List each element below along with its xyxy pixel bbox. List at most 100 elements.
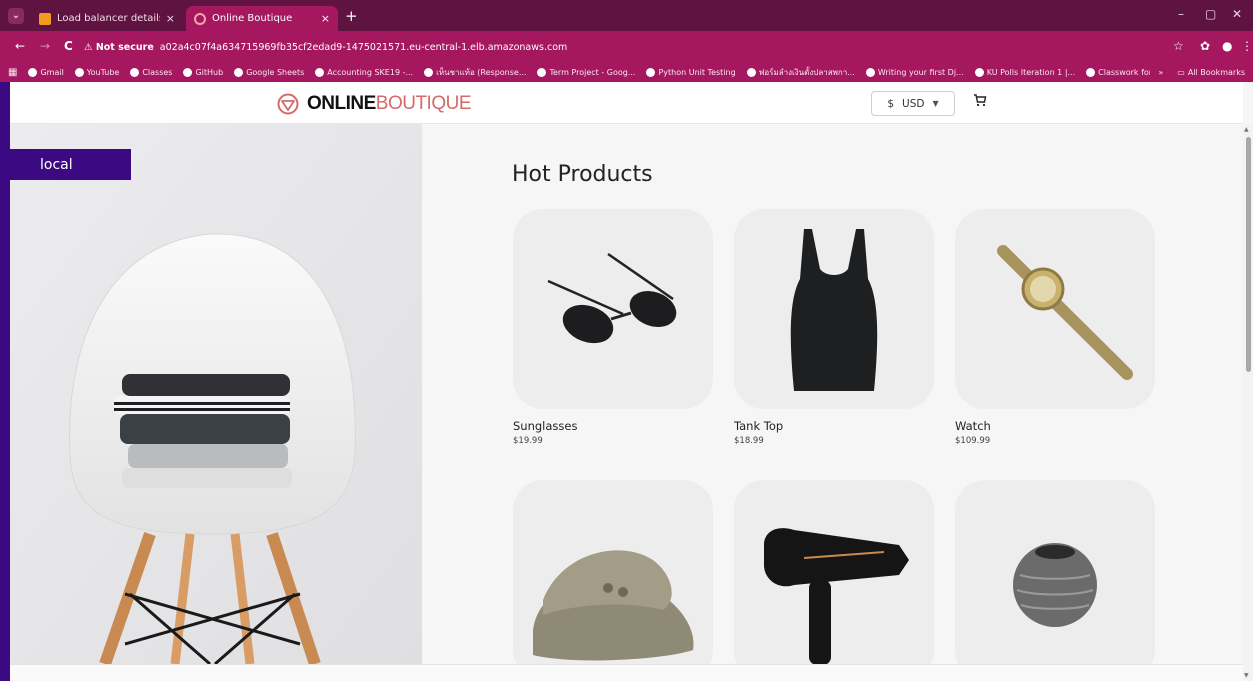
tab-label: Load balancer details | EC2 | eu (57, 13, 160, 24)
bookmark-label: YouTube (86, 67, 120, 77)
bookmark-item[interactable]: Gmail (28, 67, 64, 77)
bookmark-item[interactable]: Python Unit Testing (646, 67, 736, 77)
bookmarks-overflow-button[interactable]: » (1158, 68, 1163, 77)
back-icon[interactable]: ← (15, 39, 25, 53)
url-text[interactable]: a02a4c07f4a634715969fb35cf2edad9-1475021… (160, 42, 568, 53)
bookmark-item[interactable]: ฟอร์มลำงเงินตั้งปลาสพกา... (746, 66, 855, 79)
tab-search-icon[interactable]: ⌄ (8, 8, 24, 24)
globe-icon (74, 67, 84, 77)
bookmark-label: Term Project - Goog... (549, 67, 636, 77)
address-bar[interactable]: ⚠ Not secure a02a4c07f4a634715969fb35cf2… (84, 37, 1164, 57)
aws-favicon-icon (39, 12, 51, 25)
product-image[interactable] (513, 209, 713, 409)
bookmark-item[interactable]: Term Project - Goog... (537, 67, 636, 77)
bookmark-label: KU Polls Iteration 1 |... (986, 67, 1076, 77)
logo-wordmark: ONLINEBOUTIQUE (307, 93, 472, 114)
product-image[interactable] (955, 480, 1155, 664)
environment-badge: local (10, 149, 131, 180)
star-icon[interactable]: ☆ (1173, 39, 1184, 53)
reload-icon[interactable]: C (64, 39, 73, 53)
bookmark-item[interactable]: Writing your first Dj... (865, 67, 964, 77)
currency-code: USD (902, 97, 925, 110)
bookmark-label: Accounting SKE19 -... (327, 67, 414, 77)
product-card-tank-top[interactable]: Tank Top $18.99 (734, 209, 934, 446)
product-card-watch[interactable]: Watch $109.99 (955, 209, 1155, 446)
globe-icon (130, 67, 140, 77)
profile-icon[interactable]: ● (1222, 39, 1232, 53)
bookmarks-bar: ▦ Gmail YouTube Classes GitHub Google Sh… (0, 62, 1253, 82)
product-card-sunglasses[interactable]: Sunglasses $19.99 (513, 209, 713, 446)
tab-online-boutique[interactable]: Online Boutique × (186, 6, 338, 31)
scroll-down-icon[interactable]: ▼ (1244, 672, 1249, 679)
globe-icon (315, 67, 325, 77)
product-card-candle-holder[interactable] (955, 480, 1155, 664)
currency-select[interactable]: $ USD ▼ (871, 91, 955, 116)
bookmark-label: Google Sheets (246, 67, 305, 77)
product-name[interactable]: Watch (955, 419, 1155, 433)
hero-chair-illustration (10, 124, 422, 664)
product-image[interactable] (734, 209, 934, 409)
bookmark-label: Python Unit Testing (658, 67, 736, 77)
scroll-up-icon[interactable]: ▲ (1244, 126, 1249, 133)
product-card-loafers[interactable] (513, 480, 713, 664)
products-section: Hot Products Sunglasses $19.99 Tank Top … (422, 124, 1243, 664)
bookmark-item[interactable]: Accounting SKE19 -... (315, 67, 414, 77)
tab-load-balancer[interactable]: Load balancer details | EC2 | eu × (31, 6, 183, 31)
bookmark-item[interactable]: GitHub (183, 67, 224, 77)
bookmark-label: ฟอร์มลำงเงินตั้งปลาสพกา... (758, 67, 855, 77)
watch-image-icon (997, 245, 1133, 380)
product-price: $18.99 (734, 436, 764, 446)
bookmark-item[interactable]: Classes (130, 67, 173, 77)
new-tab-button[interactable]: + (345, 7, 358, 25)
not-secure-badge[interactable]: ⚠ Not secure (84, 42, 154, 53)
bookmark-label: GitHub (195, 67, 224, 77)
product-name[interactable]: Tank Top (734, 419, 934, 433)
bookmark-label: Gmail (40, 67, 64, 77)
page-bottom-strip (10, 664, 1243, 681)
bookmark-item[interactable]: YouTube (74, 67, 120, 77)
product-image[interactable] (955, 209, 1155, 409)
product-image[interactable] (734, 480, 934, 664)
extensions-icon[interactable]: ✿ (1200, 39, 1210, 53)
all-bookmarks-label: All Bookmarks (1187, 67, 1245, 77)
globe-icon (537, 67, 547, 77)
all-bookmarks-button[interactable]: ▭ All Bookmarks (1177, 68, 1245, 77)
minimize-icon[interactable]: – (1178, 7, 1184, 21)
bookmarks-right: » ▭ All Bookmarks (1150, 62, 1245, 82)
hero-banner: local (10, 124, 422, 664)
site-logo[interactable]: ONLINEBOUTIQUE (277, 93, 472, 115)
cart-icon[interactable] (973, 93, 987, 111)
site-header: ONLINEBOUTIQUE $ USD ▼ (10, 82, 1243, 124)
tank-top-image-icon (790, 229, 878, 391)
forward-icon[interactable]: → (40, 39, 50, 53)
tab-label: Online Boutique (212, 13, 293, 24)
hairdryer-image-icon (764, 528, 909, 664)
globe-icon (865, 67, 875, 77)
currency-symbol: $ (887, 97, 895, 110)
bookmark-item[interactable]: เห็นชาแท้อ (Response... (424, 66, 526, 79)
page-scrollbar[interactable]: ▲ ▼ (1243, 124, 1253, 681)
globe-icon (1086, 67, 1096, 77)
bookmark-item[interactable]: Google Sheets (234, 67, 305, 77)
boutique-favicon-icon (194, 12, 206, 25)
candle-holder-image-icon (1013, 543, 1097, 627)
product-price: $109.99 (955, 436, 991, 446)
scrollbar-thumb[interactable] (1246, 137, 1251, 372)
menu-icon[interactable]: ⋮ (1241, 39, 1253, 53)
loafers-image-icon (533, 550, 694, 661)
globe-icon (424, 67, 434, 77)
tab-close-icon[interactable]: × (166, 12, 175, 25)
product-card-hairdryer[interactable] (734, 480, 934, 664)
browser-tabstrip: ⌄ Load balancer details | EC2 | eu × Onl… (0, 0, 1253, 31)
maximize-icon[interactable]: ▢ (1205, 7, 1216, 21)
apps-grid-icon[interactable]: ▦ (8, 67, 17, 78)
close-window-icon[interactable]: ✕ (1232, 7, 1242, 21)
product-image[interactable] (513, 480, 713, 664)
tab-close-icon[interactable]: × (321, 12, 330, 25)
boutique-logo-icon (277, 93, 299, 115)
product-name[interactable]: Sunglasses (513, 419, 713, 433)
page-viewport: ONLINEBOUTIQUE $ USD ▼ local Hot Product… (0, 82, 1253, 681)
bookmark-label: Classes (142, 67, 173, 77)
bookmark-item[interactable]: KU Polls Iteration 1 |... (974, 67, 1076, 77)
globe-icon (28, 67, 38, 77)
